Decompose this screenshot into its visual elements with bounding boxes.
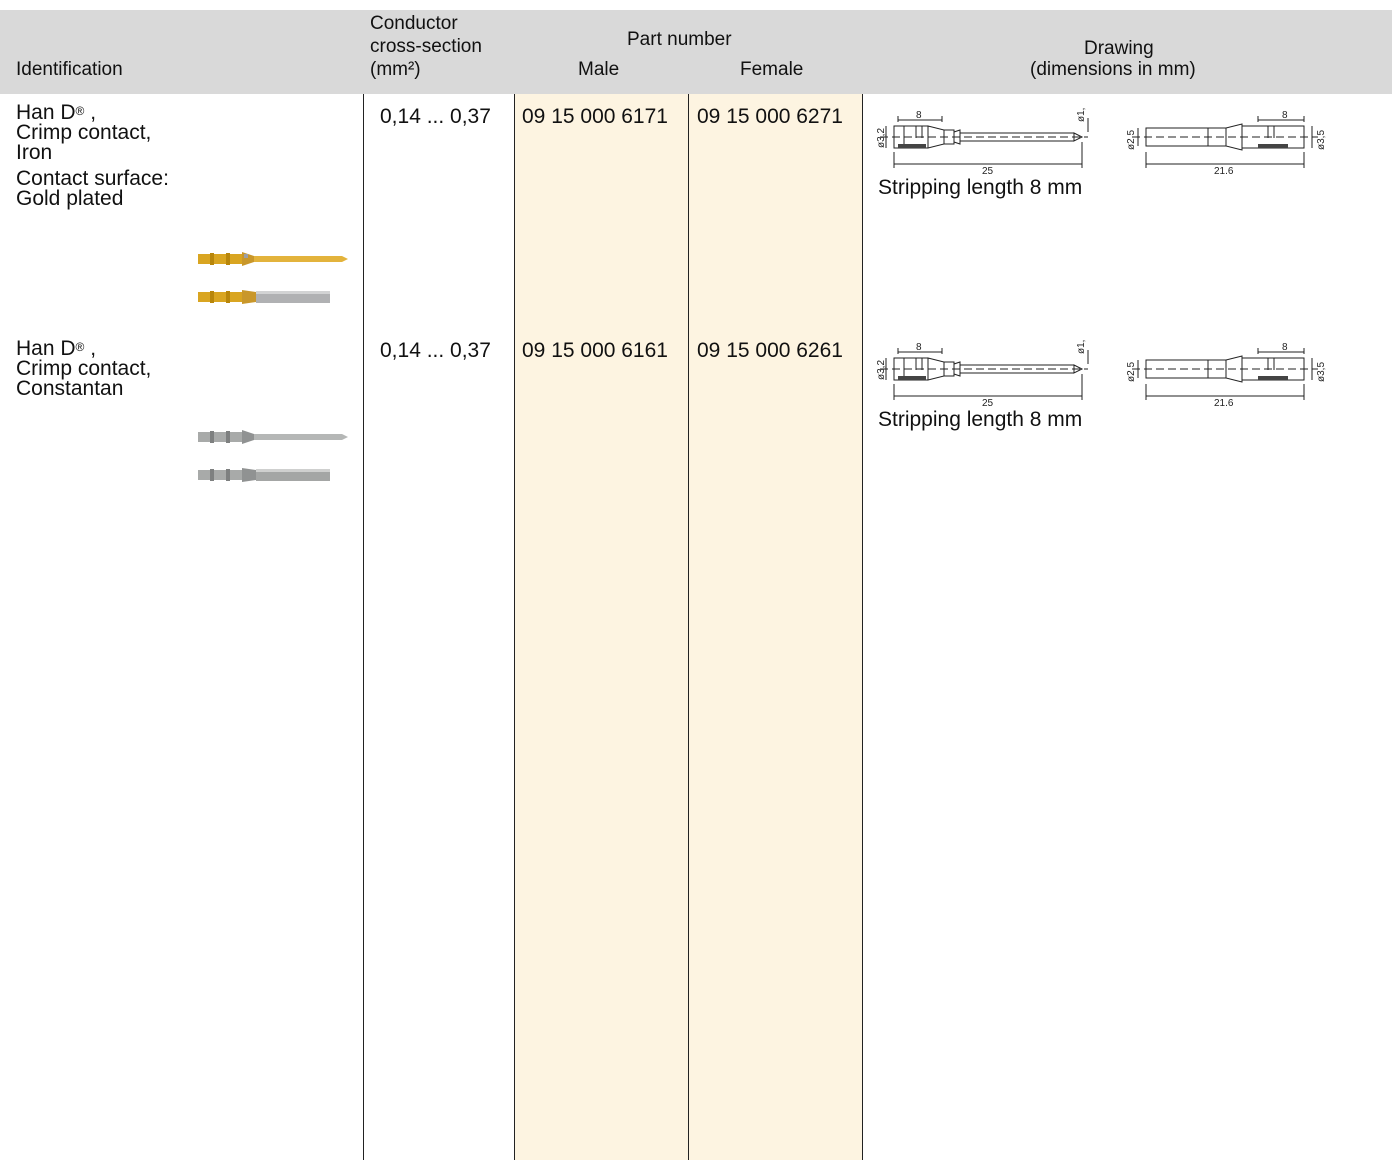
header-drawing-line1: Drawing (1084, 38, 1154, 59)
female-contact-drawing: 8 ø2,5 ø3,5 21,6 (1126, 110, 1327, 174)
product-material: Constantan (16, 377, 124, 400)
male-contact-gold-image (198, 252, 348, 266)
product-name: Han D® , (16, 337, 97, 360)
identification-cell: Han D® , Crimp contact, Iron Contact sur… (16, 101, 169, 210)
male-column-highlight (514, 94, 688, 1160)
cross-section-value: 0,14 ... 0,37 (380, 105, 491, 128)
male-contact-drawing: 8 ø1,6 ø3,2 25 (876, 108, 1089, 174)
column-divider (688, 94, 689, 1160)
female-contact-gold-image (198, 290, 330, 304)
surface-label: Contact surface: (16, 167, 169, 190)
stripping-length: Stripping length 8 mm (878, 408, 1083, 431)
header-female: Female (740, 59, 804, 80)
dim-left: ø3,2 (876, 360, 887, 380)
male-contact-drawing: 8 ø1,6 ø3,2 25 (876, 340, 1089, 406)
dim-right: ø1,6 (1076, 108, 1087, 122)
column-divider (862, 94, 863, 1160)
product-type: Crimp contact, (16, 121, 152, 144)
dim-top: 8 (916, 110, 922, 121)
female-contact-silver-image (198, 468, 330, 482)
column-divider (514, 94, 515, 1160)
dim-left: ø3,2 (876, 128, 887, 148)
dim-top: 8 (1282, 342, 1288, 353)
male-contact-silver-image (198, 430, 348, 444)
dim-right: ø1,6 (1076, 340, 1087, 354)
column-divider (363, 94, 364, 1160)
female-column-highlight (689, 94, 862, 1160)
product-type: Crimp contact, (16, 357, 152, 380)
dim-left: ø2,5 (1126, 362, 1137, 382)
header-drawing-line2: (dimensions in mm) (1030, 59, 1196, 80)
dim-right: ø3,5 (1316, 362, 1327, 382)
male-part-number: 09 15 000 6161 (522, 339, 668, 362)
dim-length: 25 (982, 398, 994, 406)
cross-section-value: 0,14 ... 0,37 (380, 339, 491, 362)
dim-left: ø2,5 (1126, 130, 1137, 150)
header-part-number: Part number (627, 29, 732, 50)
dim-length: 25 (982, 166, 994, 174)
surface-value: Gold plated (16, 187, 124, 210)
header-conductor-line2: cross-section (370, 36, 482, 57)
header-male: Male (578, 59, 620, 80)
header-conductor-line1: Conductor (370, 13, 458, 34)
dim-length: 21,6 (1214, 166, 1234, 174)
header-identification: Identification (16, 59, 123, 80)
female-contact-drawing: 8 ø2,5 ø3,5 21,6 (1126, 342, 1327, 406)
dim-top: 8 (1282, 110, 1288, 121)
header-conductor-line3: (mm²) (370, 59, 421, 80)
female-part-number: 09 15 000 6261 (697, 339, 843, 362)
dim-top: 8 (916, 342, 922, 353)
female-part-number: 09 15 000 6271 (697, 105, 843, 128)
dim-length: 21,6 (1214, 398, 1234, 406)
identification-cell: Han D® , Crimp contact, Constantan (16, 337, 152, 400)
product-material: Iron (16, 141, 53, 164)
male-part-number: 09 15 000 6171 (522, 105, 668, 128)
product-name: Han D® , (16, 101, 97, 124)
stripping-length: Stripping length 8 mm (878, 176, 1083, 199)
table-header (0, 10, 1392, 94)
dim-right: ø3,5 (1316, 130, 1327, 150)
